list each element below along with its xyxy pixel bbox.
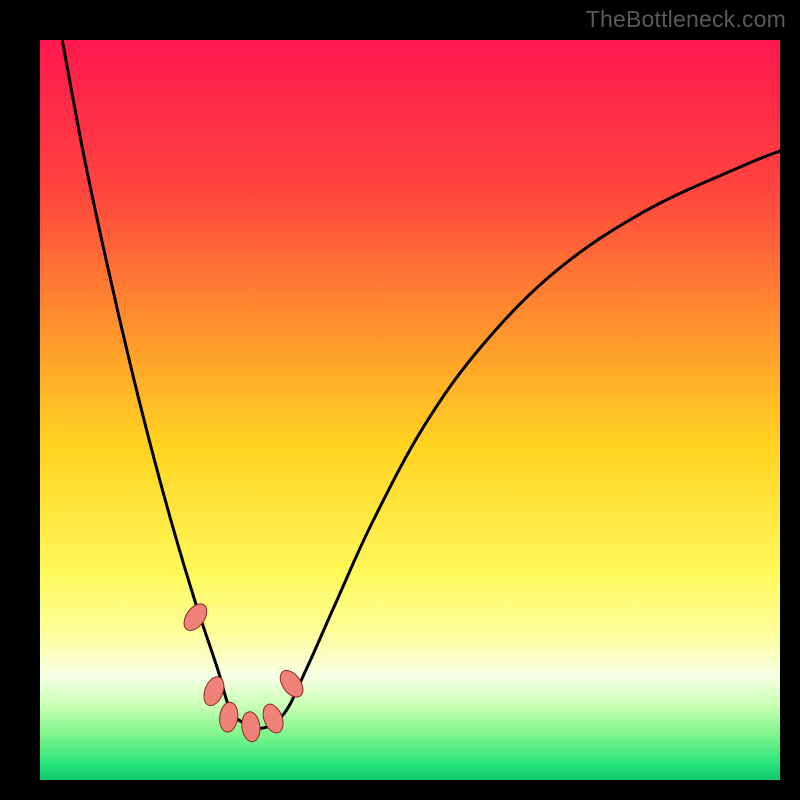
- watermark-text: TheBottleneck.com: [586, 6, 786, 33]
- chart-frame: TheBottleneck.com: [0, 0, 800, 800]
- chart-svg: [40, 40, 780, 780]
- plot-area: [40, 40, 780, 780]
- gradient-background: [40, 40, 780, 780]
